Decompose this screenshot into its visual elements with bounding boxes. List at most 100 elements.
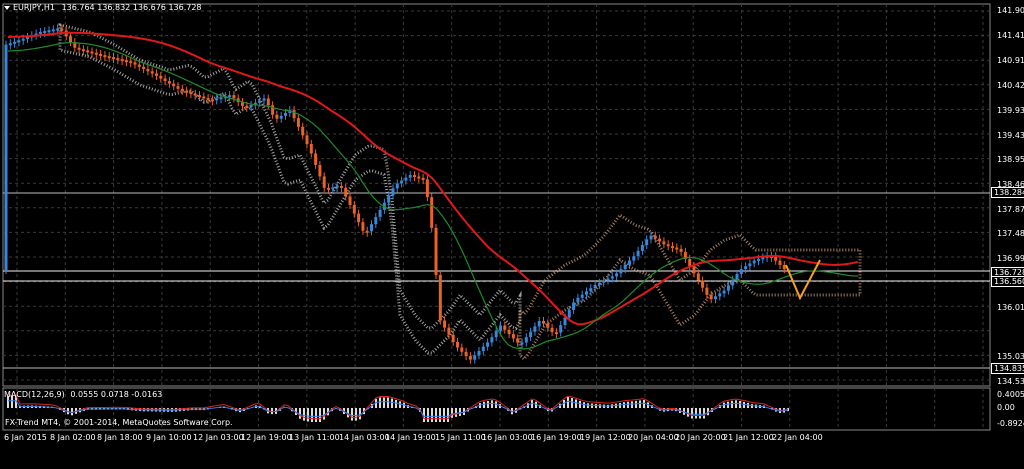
price-axis-label: 140.420 (997, 81, 1024, 90)
candle-body (460, 347, 464, 352)
candle-body (38, 31, 42, 34)
candle-body (47, 30, 51, 33)
candle-body (722, 290, 726, 294)
candle-body (107, 56, 111, 59)
candle-body (219, 97, 223, 100)
candle-body (232, 95, 236, 99)
time-axis-label: 14 Jan 03:00 (339, 433, 390, 442)
time-axis-label: 15 Jan 11:00 (435, 433, 486, 442)
candle-body (21, 38, 25, 41)
candle-body (619, 269, 623, 274)
copyright-text: FX-Trend MT4, © 2001-2014, MetaQuotes So… (5, 418, 233, 427)
candle-body (17, 40, 21, 43)
candle-body (529, 331, 533, 338)
candle-body (511, 334, 515, 339)
candle-body (610, 276, 614, 279)
candle-body (597, 282, 601, 285)
candle-body (675, 247, 679, 250)
candle-body (589, 288, 593, 292)
candle-body (567, 309, 571, 318)
candle-body (550, 327, 554, 333)
main-chart-header: EURJPY,H1 136.764 136.832 136.676 136.72… (13, 3, 202, 12)
candle-body (60, 28, 64, 31)
candle-body (413, 175, 416, 178)
candle-body (692, 266, 696, 274)
candle-body (309, 144, 313, 154)
candle-body (400, 180, 404, 184)
symbol-label: EURJPY,H1 (13, 3, 56, 12)
candle-body (748, 263, 752, 267)
candle-body (503, 325, 507, 330)
candle-body (202, 96, 206, 99)
candle-body (481, 346, 485, 351)
candle-body (451, 334, 455, 342)
time-axis-label: 22 Jan 04:00 (772, 433, 823, 442)
candle-body (653, 235, 657, 239)
candle-body (348, 196, 352, 205)
candle-body (322, 176, 326, 188)
candle-body (739, 269, 743, 274)
time-axis-label: 16 Jan 19:00 (531, 433, 582, 442)
price-axis-label: 139.430 (997, 131, 1024, 140)
candle-body (602, 280, 606, 283)
candle-body (417, 176, 421, 179)
candle-body (447, 327, 451, 335)
ohlc-values: 136.764 136.832 136.676 136.728 (61, 3, 202, 12)
candle-body (438, 275, 442, 321)
price-axis-label: 139.934 (997, 106, 1024, 115)
ichimoku-cloud (58, 23, 522, 355)
candle-body (580, 294, 584, 298)
candle-body (13, 41, 17, 44)
candle-body (391, 188, 395, 196)
candle-body (421, 177, 425, 180)
macd-axis-label: 0.4005 (997, 390, 1024, 399)
candle-body (344, 187, 348, 197)
candle-body (374, 217, 378, 225)
candle-body (542, 321, 545, 324)
moving-average-green (7, 42, 859, 350)
price-level-box: 138.284 (991, 187, 1024, 198)
candle-body (116, 58, 120, 61)
candle-body (679, 248, 683, 252)
candle-body (357, 213, 361, 223)
symbol-dropdown-icon[interactable] (4, 6, 10, 10)
candle-body (352, 205, 356, 214)
candle-body (142, 66, 146, 70)
candle-body (99, 53, 103, 56)
candle-body (266, 98, 270, 106)
candle-body (464, 351, 468, 357)
time-axis-label: 8 Jan 18:00 (97, 433, 143, 442)
candle-body (473, 355, 477, 360)
candle-body (593, 284, 597, 289)
candle-body (456, 342, 459, 348)
candle-body (86, 50, 90, 53)
candle-body (744, 266, 748, 270)
candle-body (688, 259, 692, 267)
candle-body (636, 250, 640, 257)
candle-body (477, 351, 481, 356)
time-axis-label: 12 Jan 03:00 (193, 433, 244, 442)
candle-body (245, 105, 249, 108)
candle-body (198, 95, 201, 98)
price-axis-label: 136.990 (997, 254, 1024, 263)
candle-body (731, 279, 735, 286)
candle-body (296, 118, 300, 127)
candle-body (499, 325, 502, 331)
time-axis-label: 14 Jan 19:00 (385, 433, 436, 442)
time-axis-label: 21 Jan 12:00 (723, 433, 774, 442)
time-axis-label: 16 Jan 03:00 (482, 433, 533, 442)
candle-body (714, 296, 717, 300)
candle-body (649, 235, 653, 240)
price-axis-label: 141.900 (997, 6, 1024, 15)
candle-body (434, 227, 438, 275)
candle-body (761, 257, 765, 260)
candle-body (632, 256, 636, 261)
candle-body (331, 187, 335, 190)
candle-body (137, 64, 141, 67)
candle-body (210, 99, 214, 102)
candle-body (494, 330, 498, 338)
candle-body (120, 59, 124, 62)
price-axis-label: 138.950 (997, 155, 1024, 164)
candle-body (443, 320, 447, 328)
candle-body (709, 294, 713, 300)
